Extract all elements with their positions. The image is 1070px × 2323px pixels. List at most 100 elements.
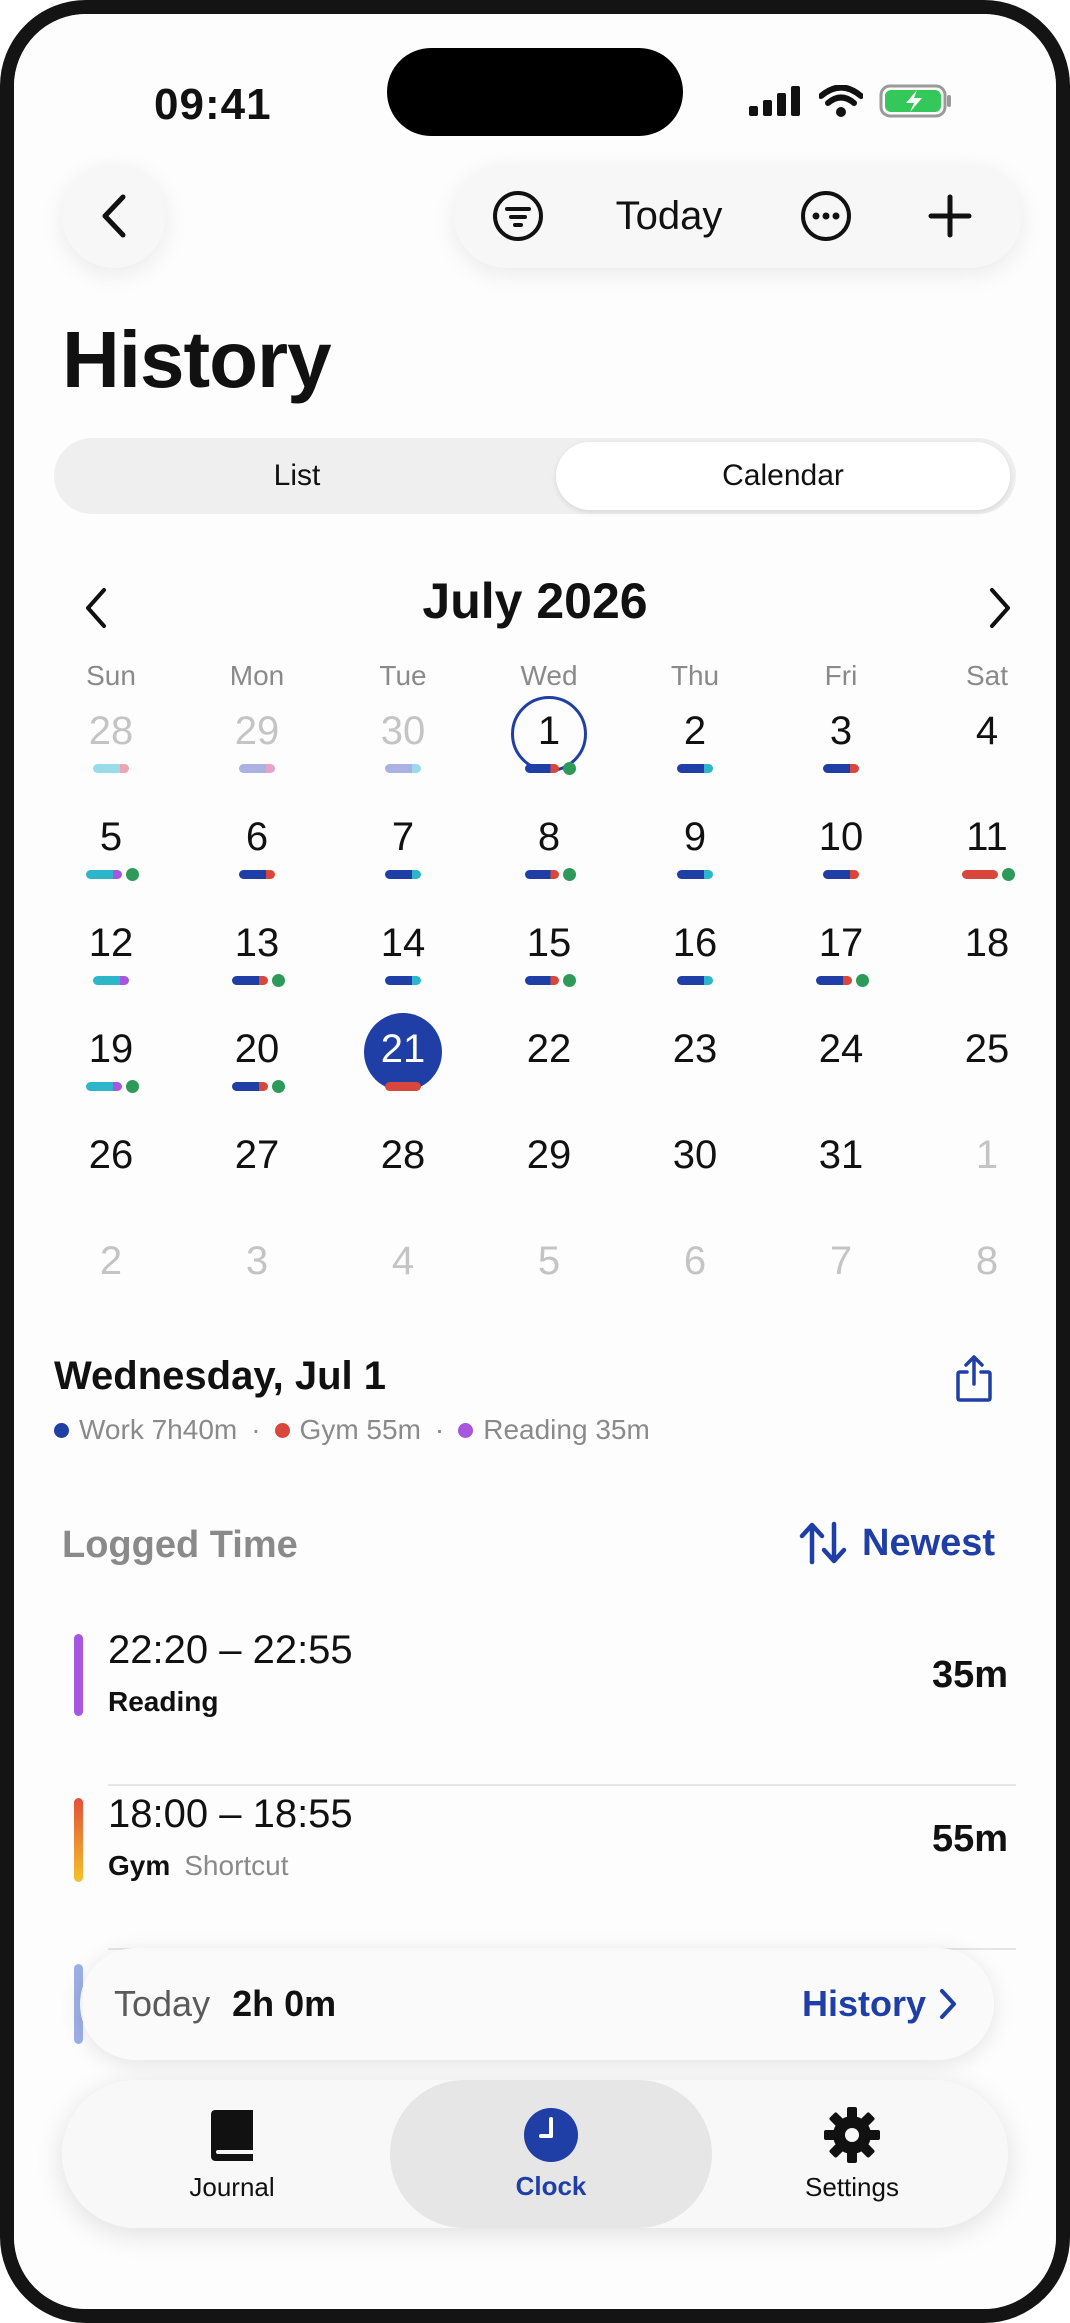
gym-legend-dot <box>274 1422 290 1438</box>
today-button[interactable]: Today <box>584 164 754 268</box>
cellular-signal-icon <box>749 86 800 116</box>
today-summary-bar[interactable]: Today 2h 0m History <box>80 1948 994 2060</box>
today-summary-label: Today <box>114 1983 211 2024</box>
calendar-day-number: 28 <box>88 709 134 753</box>
top-toolbar: Today <box>454 164 1022 268</box>
add-button[interactable] <box>906 164 994 268</box>
share-button[interactable] <box>954 1354 994 1409</box>
calendar-day-number: 11 <box>966 815 1008 859</box>
tab-journal-label: Journal <box>189 2171 275 2202</box>
entry-duration: 55m <box>931 1818 1008 1860</box>
calendar-day-number: 3 <box>829 709 853 753</box>
activity-indicator-bar <box>86 1082 122 1091</box>
activity-indicator-dot <box>272 974 285 987</box>
entry-activity-name: Gym <box>108 1850 171 1881</box>
calendar-day-number: 29 <box>234 709 280 753</box>
activity-indicator-bar <box>232 1082 268 1091</box>
activity-indicator-bar <box>385 870 421 879</box>
calendar-day-number: 10 <box>818 815 864 859</box>
activity-indicator-dot <box>1002 868 1015 881</box>
battery-charging-icon <box>879 84 951 118</box>
tab-clock[interactable]: Clock <box>390 2080 712 2228</box>
activity-indicator-bar <box>93 976 129 985</box>
entry-activity: Reading <box>108 1686 218 1718</box>
wifi-icon <box>819 85 863 117</box>
logged-time-title: Logged Time <box>62 1524 298 1566</box>
activity-indicator-bar <box>385 764 421 773</box>
entry-divider <box>108 1784 1016 1786</box>
calendar-day-number: 22 <box>526 1027 572 1071</box>
calendar-day-number: 28 <box>380 1133 426 1177</box>
history-link-label: History <box>801 1983 926 2024</box>
next-month-button[interactable] <box>980 578 1020 638</box>
entry-duration: 35m <box>931 1654 1008 1696</box>
activity-indicator-bar <box>677 764 713 773</box>
clock-icon <box>524 2107 578 2162</box>
work-legend-dot <box>54 1422 69 1438</box>
chevron-right-icon <box>990 588 1010 628</box>
activity-indicator-dot <box>272 1080 285 1093</box>
today-summary-info: Today 2h 0m <box>114 1948 336 2060</box>
history-link[interactable]: History <box>802 1948 958 2060</box>
activity-indicator-bar <box>823 764 859 773</box>
work-legend-label: Work 7h40m <box>79 1414 238 1445</box>
activity-indicator-bar <box>93 764 129 773</box>
tab-journal[interactable]: Journal <box>122 2080 342 2228</box>
activity-indicator-bar <box>525 764 559 773</box>
entry-activity-name: Reading <box>108 1686 219 1717</box>
filter-button[interactable] <box>474 164 562 268</box>
calendar-day-number: 5 <box>537 1239 561 1283</box>
selected-date-heading: Wednesday, Jul 1 <box>54 1354 386 1398</box>
segment-list[interactable]: List <box>58 442 536 510</box>
back-button[interactable] <box>62 164 166 268</box>
legend-separator: · <box>251 1414 261 1445</box>
gear-icon <box>824 2106 880 2163</box>
segment-calendar[interactable]: Calendar <box>556 442 1010 510</box>
calendar-day-number: 8 <box>537 815 561 859</box>
plus-icon <box>928 194 972 238</box>
gym-legend-label: Gym 55m <box>299 1414 421 1445</box>
legend-separator: · <box>434 1414 445 1445</box>
view-segmented-control: List Calendar <box>54 438 1016 514</box>
activity-indicator-bar <box>86 870 122 879</box>
activity-indicator-bar <box>239 764 275 773</box>
calendar-day-number: 6 <box>245 815 269 859</box>
activity-indicator-bar <box>677 976 713 985</box>
calendar-day-number: 30 <box>380 709 426 753</box>
page-title: History <box>62 315 332 404</box>
calendar-day-number: 15 <box>526 921 572 965</box>
status-time: 09:41 <box>154 80 272 129</box>
calendar-day-number: 3 <box>245 1239 269 1283</box>
reading-legend-label: Reading 35m <box>483 1414 650 1445</box>
calendar-day-number: 20 <box>234 1027 280 1071</box>
activity-indicator-bar <box>677 870 713 879</box>
sort-button[interactable]: Newest <box>798 1520 995 1566</box>
entry-source-tag: Shortcut <box>184 1850 289 1881</box>
activity-indicator-bar <box>962 870 998 879</box>
activity-indicator-bar <box>823 870 859 879</box>
entry-time-range: 22:20 – 22:55 <box>108 1628 353 1672</box>
activity-indicator-bar <box>385 1082 421 1091</box>
tab-clock-label: Clock <box>515 2170 587 2201</box>
activity-indicator-bar <box>525 976 559 985</box>
tab-settings-label: Settings <box>805 2171 899 2202</box>
calendar-day-number: 25 <box>964 1027 1010 1071</box>
device-frame: 09:41 Today History List Calendar July 2… <box>0 0 1070 2323</box>
calendar-day-number: 23 <box>672 1027 718 1071</box>
activity-indicator-bar <box>385 976 421 985</box>
dynamic-island <box>387 48 683 136</box>
calendar-day-number: 2 <box>683 709 707 753</box>
tab-bar: Journal Clock Settings <box>62 2080 1008 2228</box>
activity-indicator-bar <box>816 976 852 985</box>
share-icon <box>956 1355 992 1402</box>
tab-settings[interactable]: Settings <box>742 2080 962 2228</box>
calendar-day-number: 2 <box>99 1239 123 1283</box>
calendar-day-number: 4 <box>391 1239 415 1283</box>
calendar-day-number: 30 <box>672 1133 718 1177</box>
calendar-day-number: 17 <box>818 921 864 965</box>
more-icon <box>801 191 851 241</box>
calendar-day-number: 5 <box>99 815 123 859</box>
more-button[interactable] <box>782 164 870 268</box>
status-icons <box>749 84 953 118</box>
calendar-day-number: 4 <box>975 709 999 753</box>
